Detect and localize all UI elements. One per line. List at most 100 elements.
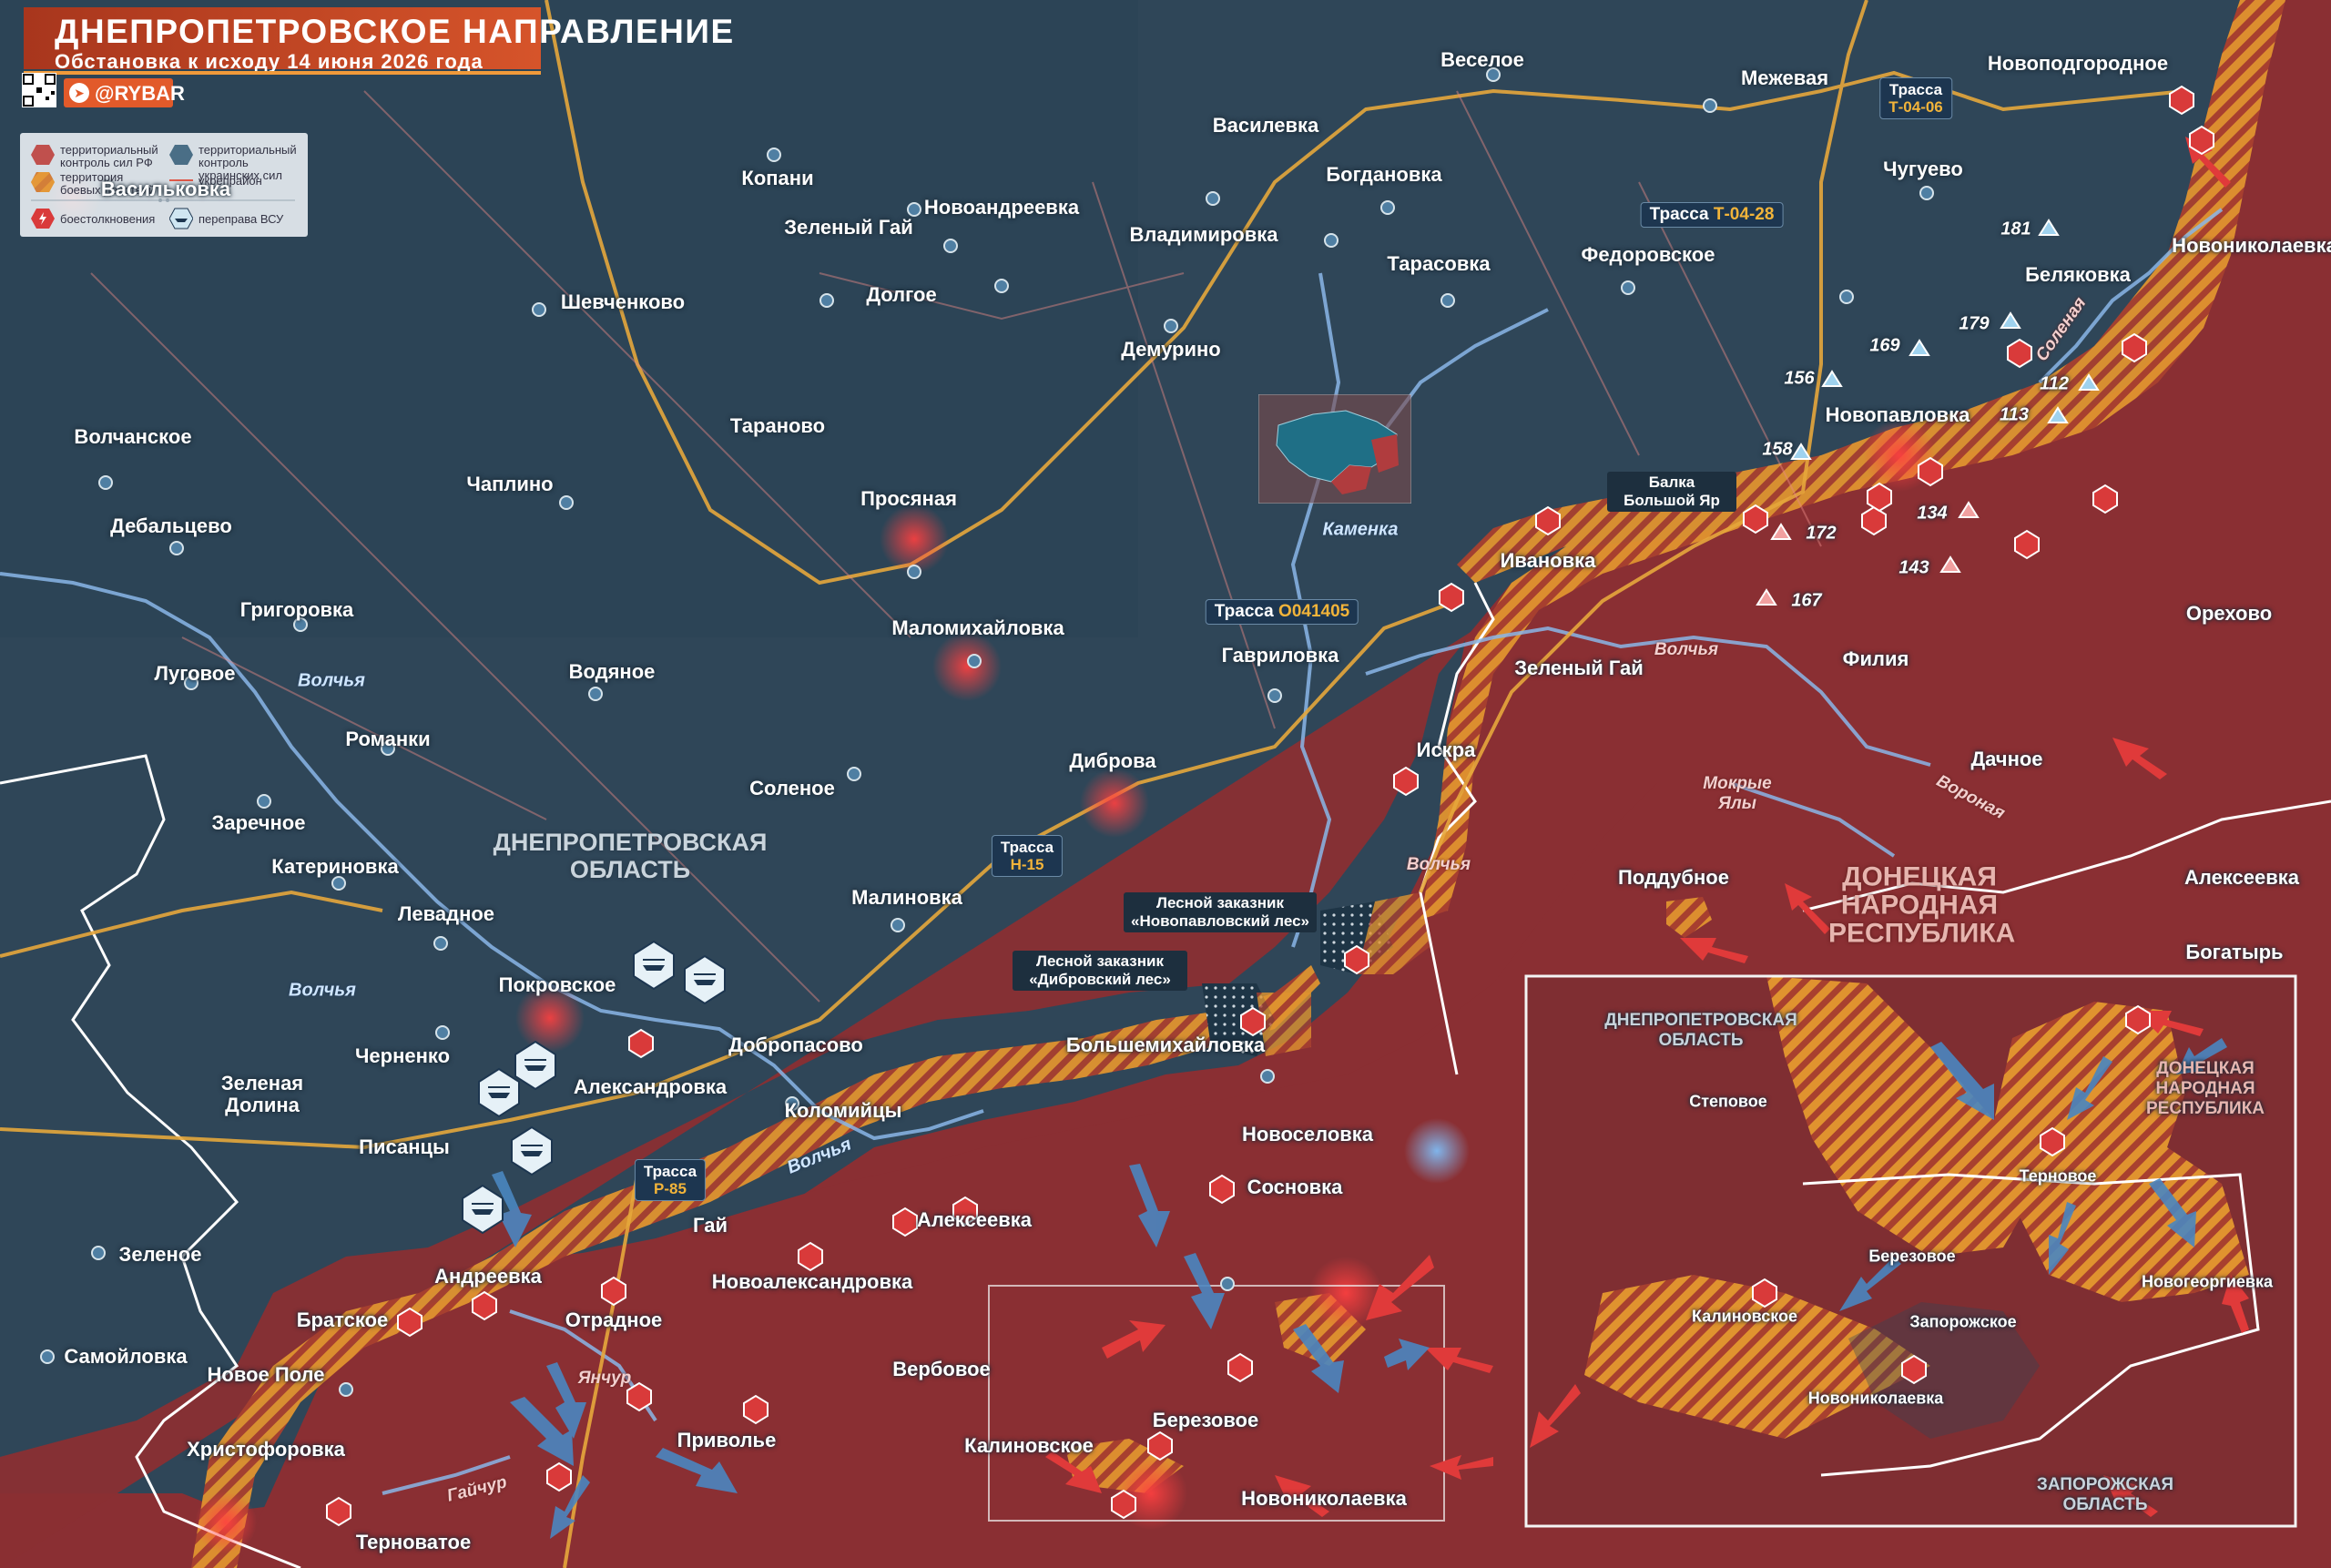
height-134: 134 (1917, 503, 1948, 524)
brand-badge[interactable]: ➤ @RYBAR (64, 78, 185, 107)
place-malomikhaylovka: Маломихайловка (891, 616, 1064, 639)
height-181: 181 (2000, 219, 2031, 239)
place-tarasovka: Тарасовка (1387, 252, 1491, 275)
place-volchanskoe: Волчанское (74, 425, 192, 448)
inset-region-zap: ЗАПОРОЖСКАЯ ОБЛАСТЬ (2036, 1475, 2174, 1514)
inset-place-novonikolaevka: Новониколаевка (1807, 1389, 1944, 1408)
place-pisantsy: Писанцы (359, 1135, 450, 1158)
place-novoaleksandrovka: Новоалександровка (711, 1270, 913, 1293)
red-hexagon-icon (31, 145, 55, 165)
place-kopani: Копани (741, 167, 814, 189)
place-novoe-pole: Новое Поле (207, 1363, 325, 1386)
place-bogdanovka: Богдановка (1326, 163, 1442, 186)
map-title: ДНЕПРОПЕТРОВСКОЕ НАПРАВЛЕНИЕ (55, 13, 735, 50)
ferry-icon (169, 208, 193, 229)
river-kamenka: Каменка (1322, 519, 1399, 540)
qr-code-icon[interactable] (22, 73, 56, 107)
clash-icon (31, 209, 55, 229)
road-p85: Трасса Р-85 (634, 1159, 707, 1201)
inset-place-novogeorgievka: Новогеоргиевка (2142, 1272, 2273, 1291)
height-169: 169 (1869, 335, 1900, 356)
place-solenoe: Соленое (749, 777, 835, 799)
locator-mini-map (1258, 394, 1411, 504)
place-aleksandrovka: Александровка (573, 1075, 728, 1098)
place-berezovoe: Березовое (1152, 1409, 1259, 1431)
road-h15: Трасса Н-15 (991, 835, 1064, 877)
place-demurino: Демурино (1121, 338, 1221, 361)
place-levadnoe: Левадное (397, 902, 495, 925)
place-iskra: Искра (1416, 738, 1476, 761)
place-filiya: Филия (1842, 647, 1909, 670)
place-zeleny-gai: Зеленый Гай (784, 216, 913, 239)
place-mezhevaya: Межевая (1740, 66, 1829, 89)
height-167: 167 (1791, 590, 1822, 611)
river-volchya-2: Волчья (289, 980, 356, 1001)
place-debaltsevo: Дебальцево (110, 514, 232, 537)
place-chaplino: Чаплино (466, 473, 554, 495)
place-alekseevka-east: Алексеевка (2183, 866, 2300, 889)
region-dnipro-label: ДНЕПРОПЕТРОВСКАЯ ОБЛАСТЬ (493, 829, 768, 883)
place-veseloe: Веселое (1440, 48, 1524, 71)
river-mokrye-yaly: Мокрые Ялы (1703, 774, 1772, 813)
place-zeleny-gai-east: Зеленый Гай (1514, 657, 1644, 679)
place-privolye: Приволье (677, 1429, 777, 1451)
place-sosnovka: Сосновка (1247, 1176, 1343, 1198)
map-view[interactable]: ДНЕПРОПЕТРОВСКОЕ НАПРАВЛЕНИЕ Обстановка … (0, 0, 2331, 1568)
place-andreevka: Андреевка (434, 1265, 542, 1288)
place-chernenko: Черненко (354, 1044, 451, 1067)
place-vasilevka: Василевка (1212, 114, 1319, 137)
road-t0406: Трасса Т-04-06 (1879, 77, 1952, 119)
place-novonikolaevka: Новониколаевка (1241, 1487, 1407, 1510)
place-zelenoe: Зеленое (118, 1243, 202, 1266)
title-divider (24, 71, 541, 75)
legend-clashes: боестолкновения (60, 212, 156, 226)
telegram-icon: ➤ (69, 83, 89, 103)
forest-dibrovsky-label: Лесной заказник «Дибровский лес» (1013, 951, 1187, 991)
place-taranovo: Тараново (729, 414, 826, 437)
region-dpr-label: ДОНЕЦКАЯ НАРОДНАЯ РЕСПУБЛИКА (1828, 861, 2016, 949)
height-113: 113 (2000, 404, 2029, 425)
height-143: 143 (1898, 557, 1929, 578)
place-dobropasovo: Добропасово (728, 1033, 863, 1056)
inset-place-zaporozhskoe: Запорожское (1909, 1312, 2017, 1331)
hatched-hexagon-icon (31, 172, 55, 192)
place-khristoforovka: Христофоровка (187, 1438, 345, 1461)
river-volchya-5: Волчья (1406, 855, 1471, 874)
height-112: 112 (2040, 373, 2069, 394)
balka-label: Балка Большой Яр (1607, 472, 1736, 512)
place-novoandreevka: Новоандреевка (923, 196, 1080, 219)
place-malinovka: Малиновка (851, 886, 962, 909)
place-kalinovskoe: Калиновское (964, 1434, 1094, 1457)
place-belyakovka: Беляковка (2025, 263, 2131, 286)
place-bratskoe: Братское (296, 1308, 389, 1331)
inset-region-dnipro: ДНЕПРОПЕТРОВСКАЯ ОБЛАСТЬ (1604, 1011, 1797, 1050)
place-ternovatoe: Терноватое (355, 1531, 472, 1553)
river-yanchur: Янчур (577, 1369, 632, 1388)
place-kolomiytsy: Коломийцы (784, 1099, 902, 1122)
place-shevchenkovo: Шевченково (560, 290, 686, 313)
place-novopodgorodnoe: Новоподгородное (1987, 52, 2169, 75)
place-gavrilovka: Гавриловка (1221, 644, 1339, 667)
legend-ru-control: территориальный контроль сил РФ (60, 143, 158, 169)
road-t0428: Трасса Т-04-28 (1640, 202, 1784, 228)
inset-place-berezovoe: Березовое (1868, 1247, 1956, 1266)
inset-region-dpr: ДОНЕЦКАЯ НАРОДНАЯ РЕСПУБЛИКА (2145, 1059, 2265, 1118)
place-novonikolaevka-ne: Новониколаевка (2172, 234, 2331, 257)
place-chuguevo: Чугуево (1883, 158, 1963, 180)
place-gai: Гай (693, 1214, 728, 1237)
place-fedorovskoe: Федоровское (1581, 243, 1715, 266)
forest-novopavlovsky-label: Лесной заказник «Новопавловский лес» (1124, 892, 1317, 932)
place-zarechnoe: Заречное (211, 811, 306, 834)
road-o041405: Трасса О041405 (1205, 599, 1359, 625)
inset-place-kalinovskoe: Калиновское (1692, 1307, 1797, 1326)
place-katerinovka: Катериновка (271, 855, 399, 878)
height-156: 156 (1784, 368, 1815, 389)
place-dolgoe: Долгое (866, 283, 937, 306)
place-lugovoe: Луговое (154, 662, 236, 685)
blue-hexagon-icon (169, 145, 193, 165)
place-pokrovskoe: Покровское (498, 973, 616, 996)
place-verbovoe: Вербовое (892, 1358, 991, 1380)
place-poddubnoe: Поддубное (1618, 866, 1729, 889)
brand-name: @RYBAR (95, 82, 185, 105)
place-novopavlovka: Новопавловка (1825, 403, 1970, 426)
